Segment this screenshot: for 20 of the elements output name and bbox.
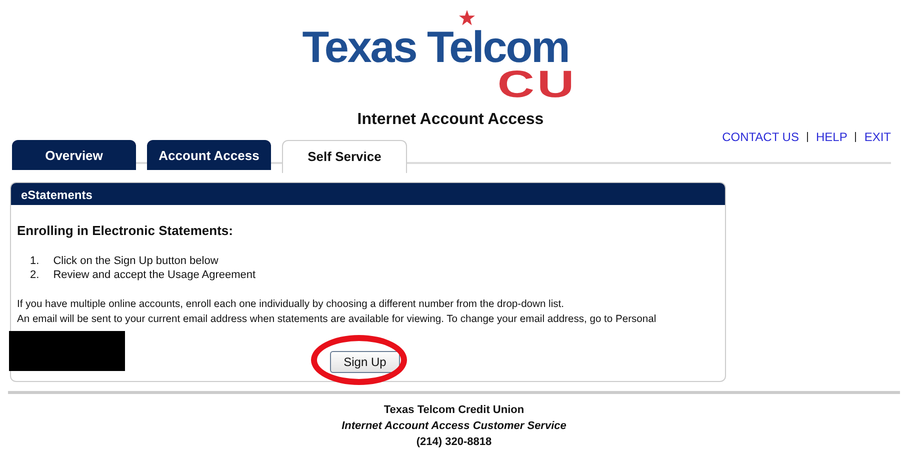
logo: Texas Telcom CU [290, 12, 580, 98]
footer-text: Texas Telcom Credit Union [382, 403, 526, 418]
nav-link[interactable]: CONTACT US [722, 130, 799, 144]
nav-link[interactable]: HELP [816, 130, 848, 144]
panel-header: eStatements [11, 183, 725, 205]
footer-text: (214) 320-8818 [415, 435, 493, 450]
section-heading: Enrolling in Electronic Statements: [17, 223, 234, 238]
step-number: 2. [30, 268, 40, 282]
step-text: Review and accept the Usage Agreement [53, 268, 256, 282]
paragraph: An email will be sent to your current email address when statements are available for viewing. To change your email address, go to Personal [17, 313, 658, 327]
step-text: Click on the Sign Up button below [53, 254, 218, 268]
tab[interactable]: Self Service [282, 140, 407, 173]
sign-up-button[interactable]: Sign Up [330, 351, 400, 373]
paragraph: If you have multiple online accounts, enroll each one individually by choosing a different number from the drop-down list. [17, 298, 566, 312]
tab[interactable]: Overview [12, 140, 136, 170]
nav-link[interactable]: EXIT [864, 130, 891, 144]
tab[interactable]: Account Access [147, 140, 271, 170]
footer-text: Internet Account Access Customer Service [340, 419, 568, 434]
step-number: 1. [30, 254, 40, 268]
page-title: Internet Account Access [357, 111, 544, 129]
